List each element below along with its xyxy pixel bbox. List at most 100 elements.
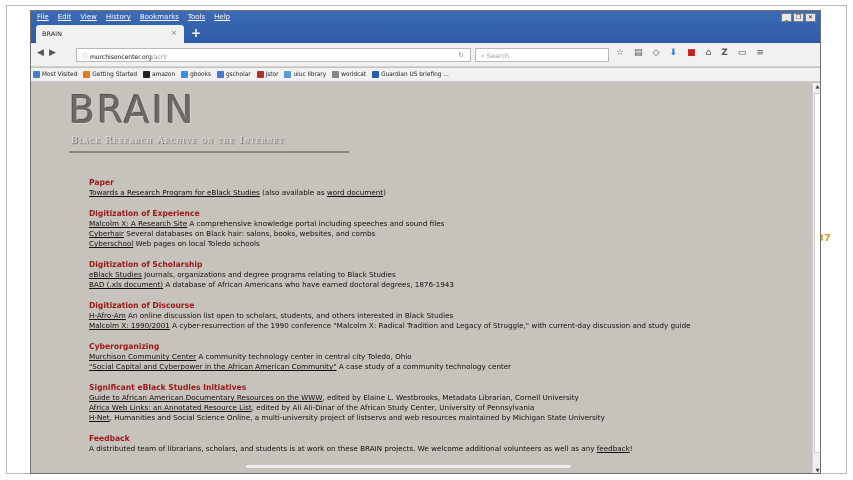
resource-link[interactable]: H-Net (89, 413, 110, 422)
resource-description: ) (383, 188, 386, 197)
resource-link[interactable]: feedback (597, 444, 630, 453)
tab-brain[interactable]: BRAIN × (36, 25, 184, 43)
scroll-thumb[interactable] (814, 93, 820, 453)
bookmark-item[interactable]: Getting Started (83, 71, 137, 78)
download-icon[interactable]: ⬇ (670, 48, 678, 58)
bookmark-favicon-icon (332, 71, 340, 78)
reload-icon[interactable]: ↻ (458, 51, 464, 59)
resource-description: An online discussion list open to schola… (125, 311, 454, 320)
section: Digitization of Experience Malcolm X: A R… (89, 209, 739, 249)
bookmark-label: amazon (152, 71, 176, 78)
restore-icon[interactable]: ❐ (793, 13, 804, 22)
tab-title: BRAIN (42, 30, 62, 38)
bookmark-star-icon[interactable]: ☆ (616, 48, 624, 58)
resource-link[interactable]: Africa Web Links: an Annotated Resource … (89, 403, 252, 412)
slide: 37 File Edit View History Bookmarks Tools Help… (0, 0, 853, 480)
bookmark-favicon-icon (83, 71, 91, 78)
resource-description: A community technology center in central… (196, 352, 412, 361)
brain-logo-subtitle: Black Research Archive on the Internet (71, 136, 285, 146)
resource-link[interactable]: Cyberschool (89, 239, 133, 248)
browser-window: File Edit View History Bookmarks Tools Help _ … (30, 10, 821, 474)
scroll-down-icon[interactable]: ▼ (813, 468, 820, 473)
bookmark-favicon-icon (143, 71, 151, 78)
hamburger-menu-icon[interactable]: ≡ (756, 48, 764, 58)
screenshot-icon[interactable]: ▭ (738, 48, 747, 58)
bookmark-item[interactable]: amazon (143, 71, 175, 78)
menu-item-help[interactable]: Help (214, 13, 230, 21)
new-tab-icon[interactable]: + (191, 26, 201, 40)
search-input[interactable]: ⌕ Search (475, 48, 609, 62)
bookmark-item[interactable]: Most Visited (33, 71, 77, 78)
list-item: Towards a Research Program for eBlack St… (89, 188, 739, 198)
list-item: eBlack Studies Journals, organizations a… (89, 270, 739, 280)
resource-description: A comprehensive knowledge portal includi… (187, 219, 445, 228)
resource-description: Journals, organizations and degree progr… (141, 270, 396, 279)
bookmark-item[interactable]: gscholar (216, 71, 251, 78)
resource-link[interactable]: Murchison Community Center (89, 352, 196, 361)
menu-item-view[interactable]: View (80, 13, 97, 21)
bookmark-item[interactable]: worldcat (332, 71, 366, 78)
resource-link[interactable]: Cyberhair (89, 229, 124, 238)
list-item: Malcolm X: 1990/2001 A cyber-resurrectio… (89, 321, 739, 331)
bookmark-item[interactable]: jstor (256, 71, 279, 78)
home-icon[interactable]: ⌂ (706, 48, 712, 58)
resource-link[interactable]: Malcolm X: 1990/2001 (89, 321, 170, 330)
bookmarks-bar: Most Visited Getting Started amazon gbooks g… (31, 68, 820, 82)
resource-description: , Humanities and Social Science Online, … (109, 413, 605, 422)
resource-link[interactable]: word document (327, 188, 383, 197)
section-title: Cyberorganizing (89, 342, 160, 351)
bookmark-item[interactable]: Guardian US briefing ... (372, 71, 449, 78)
list-item: A distributed team of librarians, schola… (89, 444, 739, 454)
zotero-icon[interactable]: ■ (687, 48, 696, 58)
list-item: Guide to African American Documentary Re… (89, 393, 739, 403)
pocket-icon[interactable]: ◇ (653, 48, 660, 58)
resource-link[interactable]: Guide to African American Documentary Re… (89, 393, 322, 402)
resource-link[interactable]: eBlack Studies (89, 270, 142, 279)
section: Cyberorganizing Murchison Community Cente… (89, 342, 739, 372)
bookmark-favicon-icon (181, 71, 189, 78)
page-content: BRAIN Black Research Archive on the Inte… (31, 83, 811, 473)
menu-item-edit[interactable]: Edit (58, 13, 72, 21)
url-path: /acrl/ (151, 54, 167, 61)
reading-list-icon[interactable]: ▤ (634, 48, 643, 58)
list-item: Malcolm X: A Research Site A comprehensi… (89, 219, 739, 229)
section: Paper Towards a Research Program for eBla… (89, 178, 739, 198)
bookmark-favicon-icon (256, 71, 264, 78)
menu-item-tools[interactable]: Tools (188, 13, 205, 21)
tab-close-icon[interactable]: × (171, 29, 177, 37)
toolbar-icons: ☆ ▤ ◇ ⬇ ■ ⌂ Z ▭ ≡ (616, 48, 764, 58)
minimize-icon[interactable]: _ (781, 13, 792, 22)
list-item: H-Afro-Am An online discussion list open… (89, 311, 739, 321)
scroll-up-icon[interactable]: ▲ (813, 84, 820, 90)
resource-description: Several databases on Black hair: salons,… (124, 229, 376, 238)
info-icon[interactable]: ⓘ (82, 54, 88, 61)
vertical-scrollbar[interactable]: ▲ ▼ (812, 83, 820, 473)
back-icon[interactable]: ◀ (37, 48, 44, 58)
resource-link[interactable]: Malcolm X: A Research Site (89, 219, 187, 228)
resource-link[interactable]: BAD (.xls document) (89, 280, 163, 289)
resource-description: ! (629, 444, 633, 453)
bookmark-label: jstor (265, 71, 279, 78)
resource-link[interactable]: "Social Capital and Cyberpower in the Af… (89, 362, 337, 371)
section: Significant eBlack Studies Initiatives Gu… (89, 383, 739, 423)
menu-bar: File Edit View History Bookmarks Tools Help (37, 13, 230, 21)
section-list: Paper Towards a Research Program for eBla… (89, 178, 739, 465)
forward-icon[interactable]: ▶ (49, 48, 56, 58)
menu-item-history[interactable]: History (106, 13, 131, 21)
horizontal-scroll-indicator[interactable] (246, 465, 571, 468)
url-bar[interactable]: ⓘ murchisoncenter.org/acrl/ ↻ (76, 48, 471, 62)
resource-link[interactable]: H-Afro-Am (89, 311, 126, 320)
z-extension-icon[interactable]: Z (721, 48, 728, 58)
bookmark-favicon-icon (216, 71, 224, 78)
bookmark-item[interactable]: gbooks (181, 71, 211, 78)
menu-item-bookmarks[interactable]: Bookmarks (140, 13, 179, 21)
bookmark-favicon-icon (33, 71, 40, 78)
bookmark-label: Guardian US briefing ... (381, 71, 449, 78)
section: Digitization of Scholarship eBlack Studie… (89, 260, 739, 290)
navigation-bar: ◀ ▶ ⓘ murchisoncenter.org/acrl/ ↻ ⌕ Sear… (31, 43, 820, 67)
bookmark-item[interactable]: uiuc library (284, 71, 326, 78)
menu-item-file[interactable]: File (37, 13, 49, 21)
list-item: H-Net, Humanities and Social Science Onl… (89, 413, 739, 423)
resource-link[interactable]: Towards a Research Program for eBlack St… (89, 188, 260, 197)
close-icon[interactable]: ✕ (805, 13, 816, 22)
